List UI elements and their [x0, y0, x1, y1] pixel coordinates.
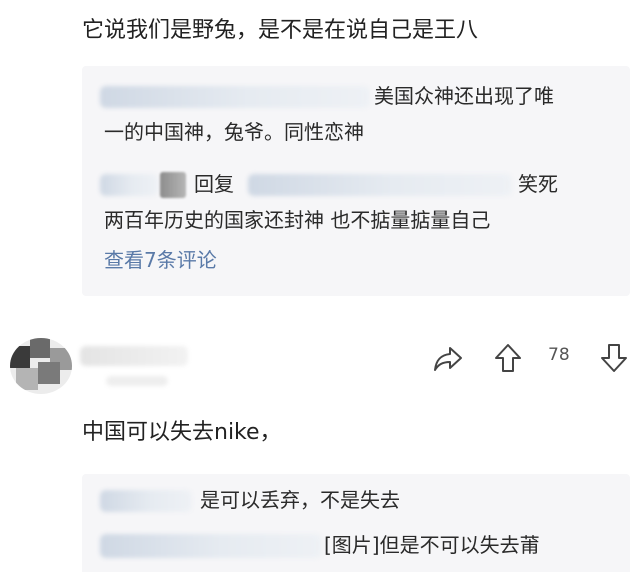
reply-text: 一的中国神，兔爷。同性恋神 — [104, 120, 364, 144]
user-badge-icon — [160, 172, 186, 198]
vote-count: 78 — [548, 345, 570, 365]
reply-label: 回复 — [194, 172, 234, 196]
reply-text: 两百年历史的国家还封神 也不掂量掂量自己 — [104, 208, 491, 232]
reply-box[interactable]: 是可以丢弃，不是失去 [图片]但是不可以失去莆 — [82, 474, 630, 572]
downvote-icon[interactable] — [596, 340, 632, 376]
view-more-link[interactable]: 查看7条评论 — [104, 246, 217, 274]
blurred-username — [248, 174, 512, 196]
reply-text: 美国众神还出现了唯 — [374, 84, 554, 108]
reply-box[interactable]: 美国众神还出现了唯 一的中国神，兔爷。同性恋神 回复 笑死 两百年历史的国家还封… — [82, 66, 630, 296]
avatar[interactable] — [10, 338, 72, 394]
reply-text: 笑死 — [518, 172, 558, 196]
share-icon[interactable] — [430, 340, 466, 376]
comment-text: 中国可以失去nike， — [82, 420, 282, 445]
blurred-username — [100, 86, 370, 108]
blurred-username — [100, 534, 322, 558]
reply-text: [图片]但是不可以失去莆 — [324, 533, 540, 557]
blurred-username — [100, 490, 192, 512]
upvote-icon[interactable] — [490, 340, 526, 376]
reply-text: 是可以丢弃，不是失去 — [200, 488, 400, 512]
blurred-timestamp — [106, 376, 168, 386]
blurred-username — [80, 346, 188, 366]
comment-text: 它说我们是野兔，是不是在说自己是王八 — [82, 18, 479, 43]
blurred-username — [100, 174, 158, 196]
